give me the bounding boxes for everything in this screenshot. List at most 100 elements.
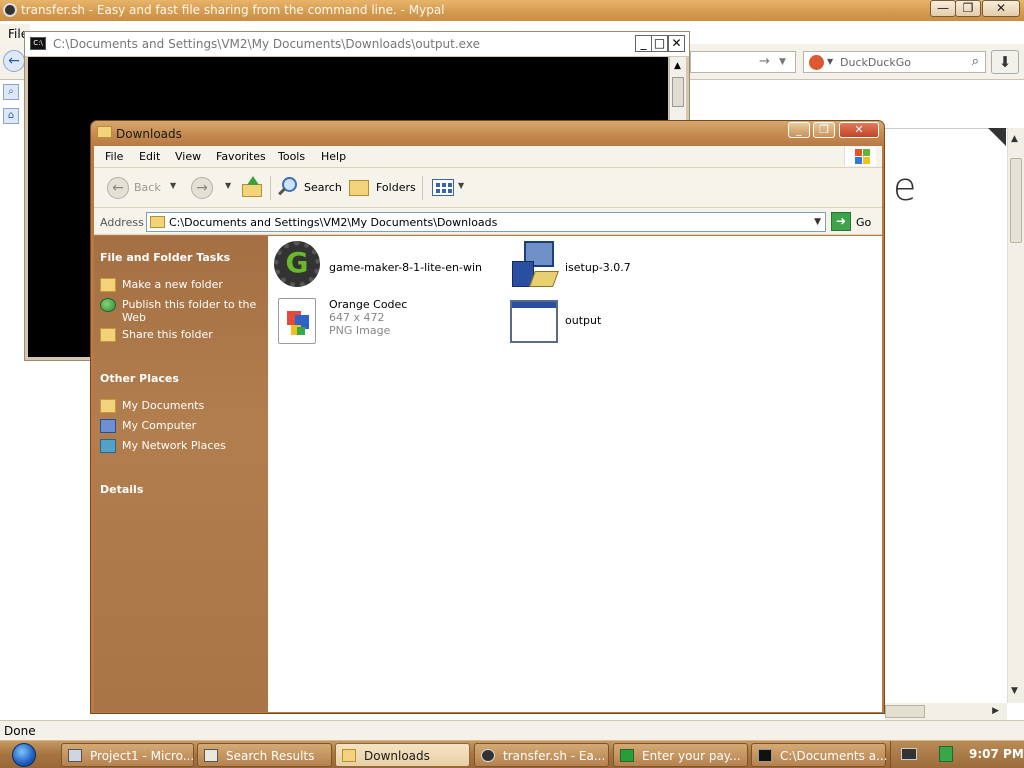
details-heading[interactable]: Details: [100, 483, 143, 496]
url-bar[interactable]: → ▼: [690, 51, 796, 73]
page-glyph: e: [893, 165, 917, 209]
taskbar-console[interactable]: C:\Documents a...: [751, 743, 888, 767]
forward-dropdown-icon[interactable]: ▼: [225, 181, 231, 190]
chevron-down-icon[interactable]: ▼: [779, 57, 786, 67]
search-icon[interactable]: [277, 177, 299, 199]
chevron-down-icon[interactable]: ▼: [827, 57, 833, 66]
address-input[interactable]: C:\Documents and Settings\VM2\My Documen…: [146, 212, 826, 232]
network-icon[interactable]: [939, 746, 953, 762]
go-arrow-icon[interactable]: →: [759, 54, 770, 69]
search-input[interactable]: ▼ DuckDuckGo ⌕: [803, 51, 986, 73]
other-places-heading[interactable]: Other Places: [100, 372, 179, 385]
system-tray: 9:07 PM: [890, 741, 1024, 768]
page-content: [885, 128, 1007, 698]
folder-up-icon[interactable]: [242, 176, 262, 198]
file-name: game-maker-8-1-lite-en-win: [329, 261, 482, 274]
taskbar-transfer-sh[interactable]: transfer.sh - Ea...: [474, 743, 609, 767]
search-placeholder: DuckDuckGo: [840, 56, 911, 69]
scroll-up-icon[interactable]: ▲: [1011, 134, 1018, 144]
scroll-thumb[interactable]: [1010, 158, 1022, 243]
console-title: C:\Documents and Settings\VM2\My Documen…: [53, 37, 480, 51]
taskbar-label: Enter your pay...: [642, 749, 741, 763]
menu-help[interactable]: Help: [321, 150, 346, 163]
back-dropdown-icon[interactable]: ▼: [170, 181, 176, 190]
menu-tools[interactable]: Tools: [278, 150, 305, 163]
menu-edit[interactable]: Edit: [139, 150, 160, 163]
taskbar-label: Downloads: [364, 749, 430, 763]
task-label: Make a new folder: [122, 278, 223, 291]
menu-file[interactable]: File: [105, 150, 123, 163]
keyboard-icon[interactable]: [901, 748, 917, 760]
explorer-toolbar: ← Back ▼ → ▼ Search Folders ▼: [94, 168, 882, 208]
chevron-down-icon[interactable]: ▼: [814, 217, 821, 227]
folders-label[interactable]: Folders: [376, 181, 416, 194]
taskbar-project1[interactable]: Project1 - Micro...: [61, 743, 194, 767]
taskbar-search-results[interactable]: Search Results: [197, 743, 332, 767]
explorer-close-button[interactable]: ✕: [839, 122, 879, 138]
scroll-thumb[interactable]: [672, 77, 684, 107]
sidebar-search-icon[interactable]: ⌕: [3, 84, 19, 100]
horizontal-scrollbar[interactable]: ▶: [885, 703, 1007, 720]
views-dropdown-icon[interactable]: ▼: [458, 181, 464, 190]
scroll-right-icon[interactable]: ▶: [992, 706, 999, 716]
my-documents-icon: [100, 399, 116, 413]
my-computer-icon: [100, 419, 116, 433]
menu-view[interactable]: View: [175, 150, 201, 163]
vertical-scrollbar[interactable]: ▲ ▼: [1007, 128, 1024, 703]
go-arrow-icon[interactable]: ➜: [831, 212, 851, 231]
console-close-button[interactable]: ✕: [668, 35, 685, 52]
search-icon[interactable]: ⌕: [972, 54, 979, 69]
hscroll-thumb[interactable]: [885, 705, 925, 718]
go-button[interactable]: Go: [856, 216, 871, 229]
corner-triangle: [988, 128, 1006, 146]
console-icon: C:\: [30, 37, 46, 50]
search-label[interactable]: Search: [304, 181, 342, 194]
mypal-icon: [481, 749, 495, 762]
taskbar-label: transfer.sh - Ea...: [503, 749, 606, 763]
share-folder-icon: [100, 328, 116, 342]
forward-arrow-icon[interactable]: →: [191, 177, 213, 199]
folders-icon[interactable]: [349, 180, 369, 196]
download-icon[interactable]: ⬇: [991, 50, 1019, 74]
restore-button[interactable]: ❐: [955, 0, 981, 17]
console-minimize-button[interactable]: _: [635, 35, 652, 52]
back-icon[interactable]: ←: [3, 50, 25, 72]
start-button[interactable]: [0, 741, 50, 768]
place-label: My Computer: [122, 419, 197, 432]
clock[interactable]: 9:07 PM: [969, 747, 1024, 761]
image-dimensions: 647 x 472: [329, 311, 385, 324]
file-item-isetup[interactable]: isetup-3.0.7: [510, 241, 660, 291]
explorer-restore-button[interactable]: ❐: [813, 122, 835, 138]
explorer-minimize-button[interactable]: _: [788, 122, 810, 138]
file-item-output[interactable]: output: [510, 300, 660, 348]
new-folder-icon: [100, 278, 116, 292]
scroll-down-icon[interactable]: ▼: [1011, 686, 1018, 696]
console-maximize-button[interactable]: □: [651, 35, 668, 52]
taskbar-enter-payment[interactable]: Enter your pay...: [613, 743, 748, 767]
installer-icon: [510, 241, 559, 289]
minimize-button[interactable]: —: [930, 0, 956, 17]
png-image-icon: [278, 298, 316, 344]
back-arrow-icon[interactable]: ←: [107, 177, 129, 199]
menu-favorites[interactable]: Favorites: [216, 150, 266, 163]
explorer-window: Downloads _ ❐ ✕ File Edit View Favorites…: [90, 120, 885, 714]
file-list-pane[interactable]: G game-maker-8-1-lite-en-win isetup-3.0.…: [268, 236, 882, 712]
console-icon: [758, 749, 772, 762]
duckduckgo-icon: [809, 55, 824, 70]
mypal-icon: [3, 3, 17, 17]
browser-titlebar[interactable]: transfer.sh - Easy and fast file sharing…: [0, 0, 1024, 21]
scroll-up-icon[interactable]: ▲: [674, 61, 681, 71]
file-item-game-maker[interactable]: G game-maker-8-1-lite-en-win: [274, 241, 494, 291]
explorer-titlebar[interactable]: Downloads _ ❐ ✕: [91, 121, 884, 146]
back-label[interactable]: Back: [134, 181, 161, 194]
game-maker-icon: G: [274, 241, 320, 287]
views-icon[interactable]: [432, 179, 454, 196]
file-item-orange-codec[interactable]: Orange Codec 647 x 472 PNG Image: [274, 298, 474, 348]
sidebar-home-icon[interactable]: ⌂: [3, 108, 19, 124]
file-folder-tasks-heading[interactable]: File and Folder Tasks: [100, 251, 230, 264]
taskbar-downloads[interactable]: Downloads: [335, 743, 470, 767]
exe-window-icon: [510, 300, 558, 343]
console-titlebar[interactable]: C:\ C:\Documents and Settings\VM2\My Doc…: [25, 32, 689, 56]
close-button[interactable]: ✕: [982, 0, 1020, 17]
folder-icon: [342, 749, 356, 762]
